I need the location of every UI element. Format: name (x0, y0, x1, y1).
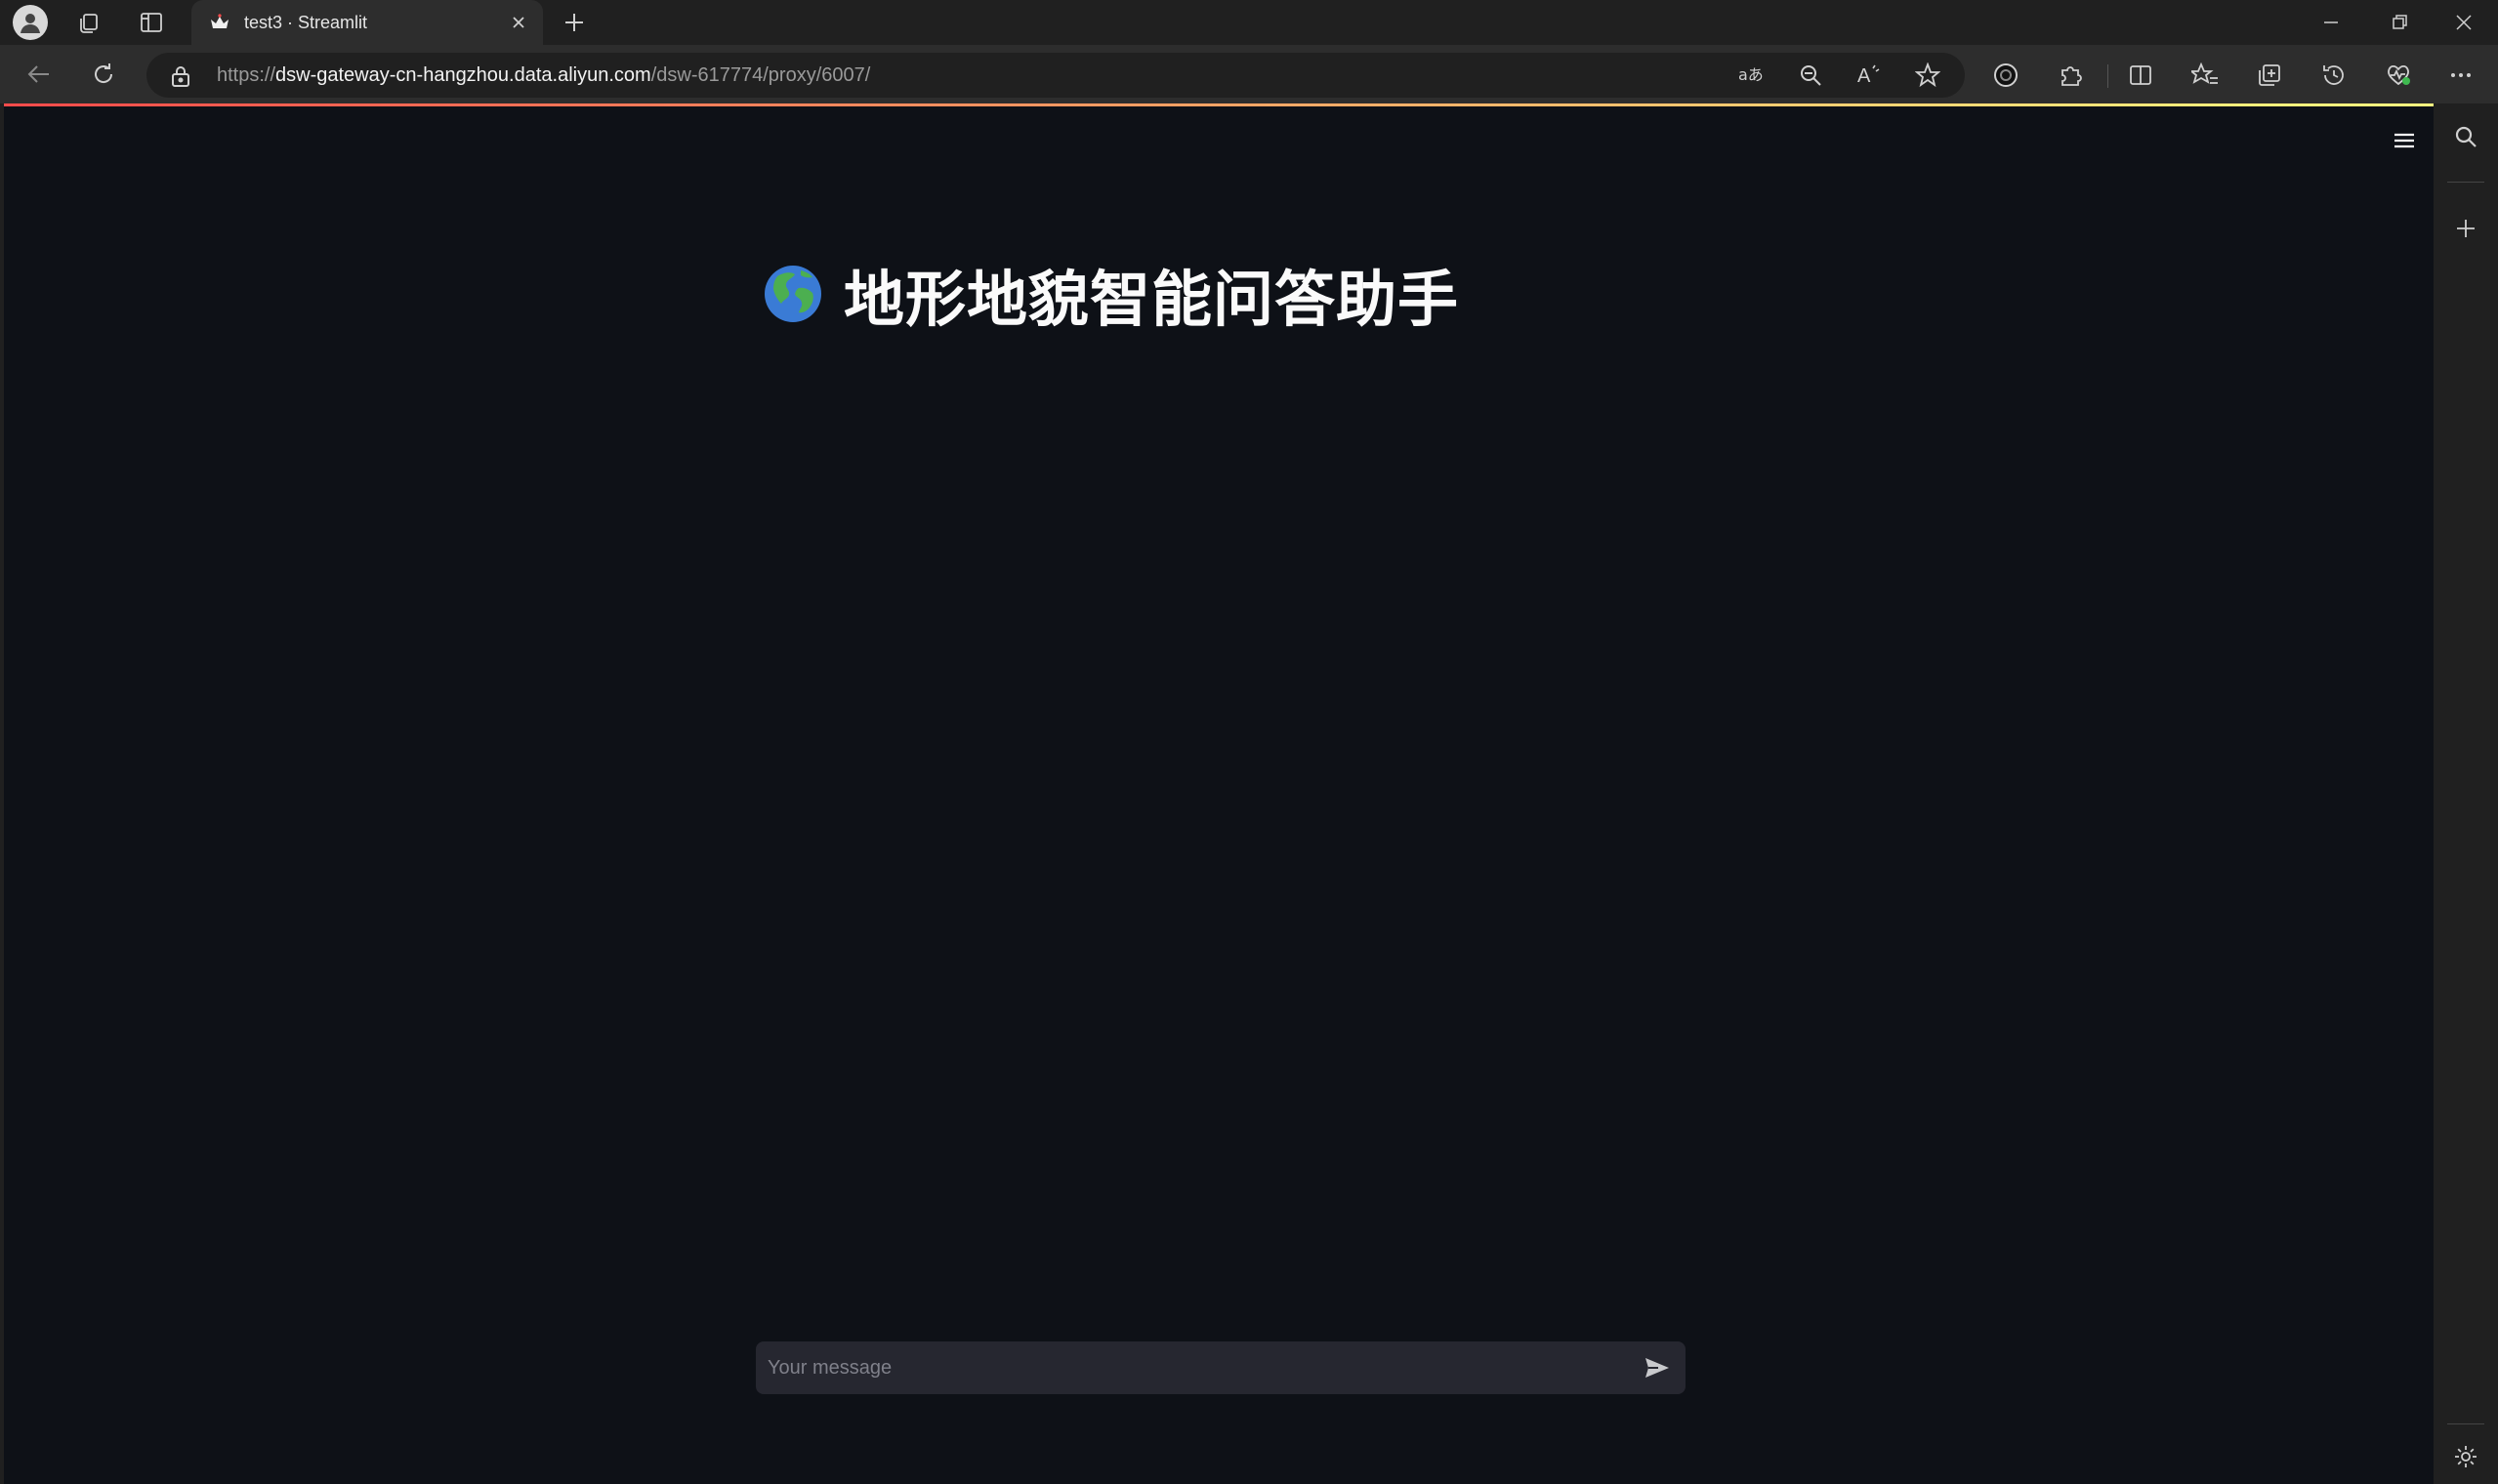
restore-icon[interactable] (2365, 0, 2434, 45)
read-aloud-icon[interactable]: A (1852, 61, 1887, 90)
hamburger-menu-icon[interactable] (2387, 123, 2422, 158)
tab-close-icon[interactable] (506, 10, 531, 35)
url-path: /dsw-617774/proxy/6007/ (650, 64, 871, 86)
tab-title: test3 · Streamlit (244, 13, 368, 32)
minimize-icon[interactable] (2297, 0, 2365, 45)
url-host: dsw-gateway-cn-hangzhou.data.aliyun.com (275, 64, 651, 86)
sidebar-divider (2447, 182, 2484, 183)
more-icon[interactable] (2439, 56, 2482, 95)
address-bar[interactable]: https://dsw-gateway-cn-hangzhou.data.ali… (146, 53, 1965, 98)
add-icon[interactable] (2444, 207, 2487, 250)
app-header: 地形地貌智能问答助手 (764, 250, 1459, 338)
translate-icon[interactable]: aあ (1734, 61, 1769, 90)
close-window-icon[interactable] (2430, 0, 2498, 45)
svg-text:A: A (1857, 65, 1871, 87)
zoom-out-icon[interactable] (1793, 61, 1828, 90)
url-scheme: https:// (217, 64, 276, 86)
tab-active[interactable]: test3 · Streamlit (191, 0, 543, 45)
browser-tab-bar: test3 · Streamlit (0, 0, 2498, 45)
send-icon[interactable] (1641, 1352, 1674, 1383)
chat-input-container (756, 1341, 1686, 1394)
favorites-icon[interactable] (2184, 56, 2227, 95)
page-title: 地形地貌智能问答助手 (844, 264, 1460, 335)
url-text: https://dsw-gateway-cn-hangzhou.data.ali… (217, 64, 870, 87)
new-tab-icon[interactable] (555, 4, 594, 41)
profile-button[interactable] (12, 4, 49, 41)
header-decoration-bar (4, 103, 2434, 106)
globe-emoji-icon (764, 265, 822, 323)
browser-essentials-icon[interactable] (2377, 56, 2420, 95)
toolbar-divider (2107, 64, 2108, 88)
extensions-puzzle-icon[interactable] (2049, 56, 2092, 95)
sidebar-divider-bottom (2447, 1423, 2484, 1424)
vertical-tabs-icon[interactable] (133, 4, 170, 41)
back-arrow-icon[interactable] (18, 55, 61, 94)
workspaces-icon[interactable] (70, 4, 107, 41)
extension-circle-icon[interactable] (1984, 56, 2027, 95)
browser-toolbar: https://dsw-gateway-cn-hangzhou.data.ali… (0, 45, 2498, 103)
profile-avatar-icon (13, 5, 48, 40)
settings-icon[interactable] (2444, 1435, 2487, 1478)
history-icon[interactable] (2312, 56, 2355, 95)
collections-icon[interactable] (2248, 56, 2291, 95)
chat-message-input[interactable] (756, 1341, 1615, 1394)
streamlit-crown-icon (209, 12, 230, 33)
browser-sidebar (2434, 103, 2498, 1484)
lock-icon[interactable] (170, 64, 191, 88)
streamlit-app: 地形地貌智能问答助手 (4, 103, 2434, 1484)
split-screen-icon[interactable] (2119, 56, 2162, 95)
search-icon[interactable] (2444, 115, 2487, 158)
refresh-icon[interactable] (82, 55, 125, 94)
favorite-star-icon[interactable] (1910, 61, 1945, 90)
svg-text:aあ: aあ (1738, 65, 1764, 84)
